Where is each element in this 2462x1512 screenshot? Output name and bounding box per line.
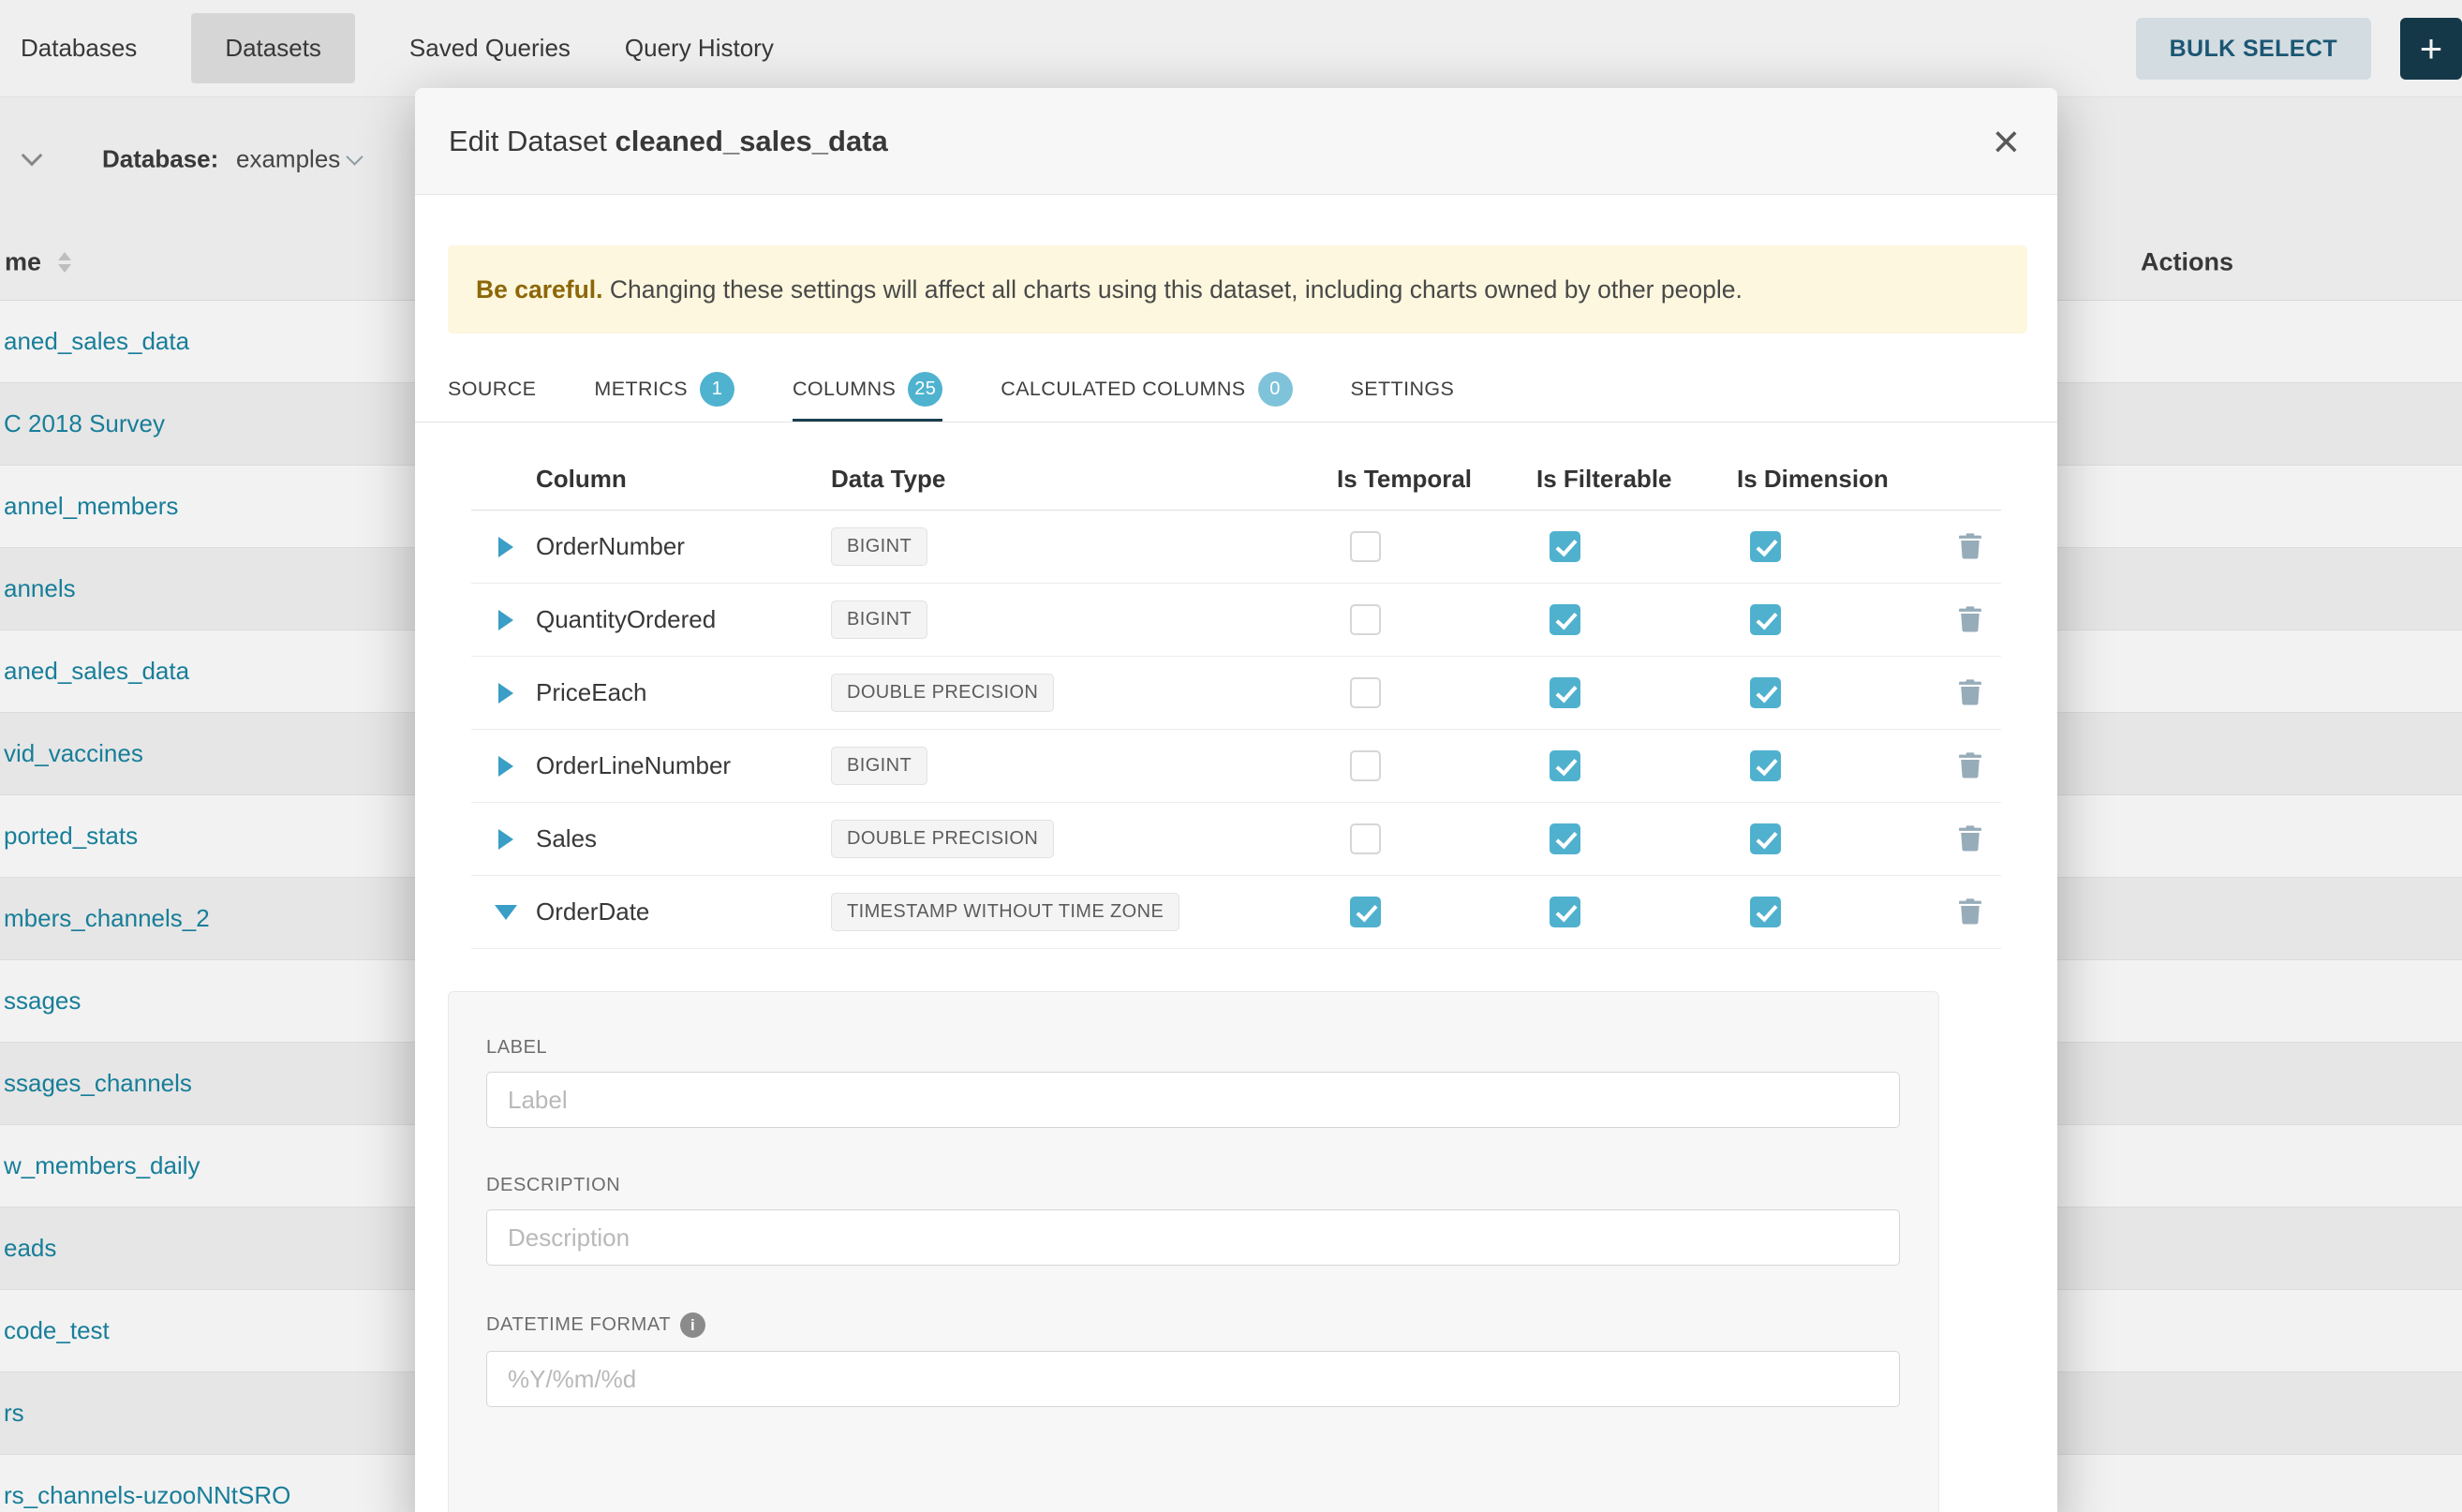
count-badge: 25 — [908, 372, 942, 407]
columns-table-header: Column Data Type Is Temporal Is Filterab… — [471, 449, 2001, 511]
data-type-pill: BIGINT — [831, 747, 927, 785]
header-data-type: Data Type — [831, 465, 1337, 494]
delete-icon[interactable] — [1958, 606, 1982, 633]
modal-title: Edit Dataset cleaned_sales_data — [449, 125, 888, 158]
data-type-pill: DOUBLE PRECISION — [831, 674, 1054, 712]
is-filterable-checkbox[interactable] — [1550, 604, 1580, 635]
expand-caret-icon[interactable] — [498, 537, 513, 557]
column-row: PriceEach DOUBLE PRECISION — [471, 657, 2001, 730]
is-dimension-checkbox[interactable] — [1750, 750, 1781, 781]
column-name: OrderDate — [536, 897, 831, 926]
column-row: Sales DOUBLE PRECISION — [471, 803, 2001, 876]
label-field-label: LABEL — [486, 1037, 1938, 1059]
field-label-text: LABEL — [486, 1037, 547, 1059]
is-temporal-checkbox[interactable] — [1350, 823, 1381, 854]
count-badge: 1 — [700, 372, 734, 407]
delete-icon[interactable] — [1958, 752, 1982, 779]
tab-label: SETTINGS — [1351, 378, 1455, 401]
datetime-format-field-label: DATETIME FORMAT — [486, 1312, 1938, 1338]
is-dimension-checkbox[interactable] — [1750, 604, 1781, 635]
tab-label: METRICS — [594, 378, 688, 401]
is-dimension-checkbox[interactable] — [1750, 823, 1781, 854]
is-dimension-checkbox[interactable] — [1750, 677, 1781, 708]
columns-table: Column Data Type Is Temporal Is Filterab… — [471, 449, 2001, 949]
data-type-pill: BIGINT — [831, 527, 927, 566]
delete-icon[interactable] — [1958, 533, 1982, 560]
is-filterable-checkbox[interactable] — [1550, 677, 1580, 708]
column-name: PriceEach — [536, 678, 831, 707]
tab-metrics[interactable]: METRICS 1 — [594, 359, 734, 422]
delete-icon[interactable] — [1958, 898, 1982, 926]
header-column: Column — [536, 465, 831, 494]
warning-text: Changing these settings will affect all … — [610, 275, 1743, 304]
modal-title-prefix: Edit Dataset — [449, 125, 607, 157]
column-row: OrderNumber BIGINT — [471, 511, 2001, 584]
column-name: QuantityOrdered — [536, 605, 831, 634]
expand-caret-icon[interactable] — [495, 905, 517, 920]
delete-icon[interactable] — [1958, 825, 1982, 852]
column-row: OrderLineNumber BIGINT — [471, 730, 2001, 803]
data-type-pill: BIGINT — [831, 600, 927, 639]
column-name: OrderNumber — [536, 532, 831, 561]
expand-caret-icon[interactable] — [498, 683, 513, 704]
is-filterable-checkbox[interactable] — [1550, 531, 1580, 562]
is-temporal-checkbox[interactable] — [1350, 897, 1381, 927]
modal-tabs: SOURCE METRICS 1 COLUMNS 25 CALCULATED C… — [415, 359, 2057, 422]
edit-dataset-modal: Edit Dataset cleaned_sales_data × Be car… — [415, 88, 2057, 1512]
close-icon[interactable]: × — [1993, 118, 2020, 165]
is-temporal-checkbox[interactable] — [1350, 531, 1381, 562]
tab-label: SOURCE — [448, 378, 536, 401]
label-input[interactable] — [486, 1072, 1900, 1128]
data-type-pill: DOUBLE PRECISION — [831, 820, 1054, 858]
is-dimension-checkbox[interactable] — [1750, 531, 1781, 562]
column-row: OrderDate TIMESTAMP WITHOUT TIME ZONE — [471, 876, 2001, 949]
is-temporal-checkbox[interactable] — [1350, 750, 1381, 781]
expand-caret-icon[interactable] — [498, 610, 513, 630]
delete-icon[interactable] — [1958, 679, 1982, 706]
column-name: OrderLineNumber — [536, 751, 831, 780]
description-field-label: DESCRIPTION — [486, 1175, 1938, 1196]
is-dimension-checkbox[interactable] — [1750, 897, 1781, 927]
datetime-format-input[interactable] — [486, 1351, 1900, 1407]
tab-settings[interactable]: SETTINGS — [1351, 359, 1455, 422]
data-type-pill: TIMESTAMP WITHOUT TIME ZONE — [831, 893, 1179, 931]
field-label-text: DATETIME FORMAT — [486, 1314, 671, 1336]
warning-bold: Be careful. — [476, 275, 603, 304]
is-filterable-checkbox[interactable] — [1550, 823, 1580, 854]
description-input[interactable] — [486, 1209, 1900, 1266]
tab-label: CALCULATED COLUMNS — [1001, 378, 1245, 401]
is-filterable-checkbox[interactable] — [1550, 750, 1580, 781]
field-label-text: DESCRIPTION — [486, 1175, 620, 1196]
is-temporal-checkbox[interactable] — [1350, 677, 1381, 708]
is-temporal-checkbox[interactable] — [1350, 604, 1381, 635]
column-detail-panel: LABEL DESCRIPTION DATETIME FORMAT — [448, 991, 1939, 1512]
modal-header: Edit Dataset cleaned_sales_data × — [415, 88, 2057, 195]
tab-columns[interactable]: COLUMNS 25 — [793, 359, 942, 422]
expand-caret-icon[interactable] — [498, 756, 513, 777]
tab-calculated-columns[interactable]: CALCULATED COLUMNS 0 — [1001, 359, 1292, 422]
tab-label: COLUMNS — [793, 378, 896, 401]
tab-source[interactable]: SOURCE — [448, 359, 536, 422]
header-is-filterable: Is Filterable — [1536, 465, 1737, 494]
warning-banner: Be careful. Changing these settings will… — [448, 245, 2027, 334]
column-row: QuantityOrdered BIGINT — [471, 584, 2001, 657]
header-is-temporal: Is Temporal — [1337, 465, 1536, 494]
info-icon[interactable] — [680, 1312, 705, 1338]
count-badge: 0 — [1258, 372, 1293, 407]
is-filterable-checkbox[interactable] — [1550, 897, 1580, 927]
header-is-dimension: Is Dimension — [1737, 465, 1938, 494]
column-name: Sales — [536, 824, 831, 853]
modal-title-dataset-name: cleaned_sales_data — [616, 125, 888, 157]
expand-caret-icon[interactable] — [498, 829, 513, 850]
